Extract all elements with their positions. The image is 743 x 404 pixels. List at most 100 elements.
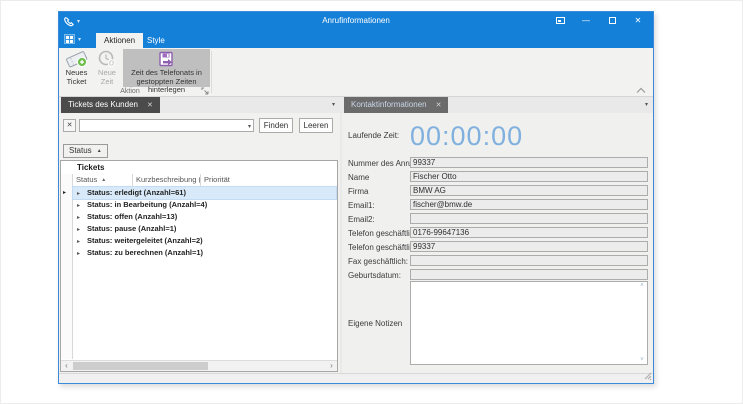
new-ticket-label: Neues Ticket — [61, 69, 92, 86]
group-row-pause[interactable]: ▸Status: pause (Anzahl=1) — [73, 223, 336, 235]
field-label-name: Name — [348, 173, 369, 182]
tickets-tab-label: Tickets des Kunden — [68, 100, 138, 109]
geburtsdatum-input[interactable] — [413, 270, 643, 279]
expand-icon[interactable]: ▸ — [77, 248, 87, 259]
group-by-sort-icon: ▲ — [97, 148, 102, 154]
contact-panel: Kontaktinformationen✕ ▾ Laufende Zeit: 0… — [342, 97, 653, 373]
scroll-right-icon[interactable]: › — [326, 361, 337, 371]
email1-input[interactable] — [413, 200, 643, 209]
group-row-offen[interactable]: ▸Status: offen (Anzahl=13) — [73, 211, 336, 223]
tickets-panel-tabbar: Tickets des Kunden ✕ ▾ — [59, 97, 340, 113]
titlebar: ▾ Anrufinformationen — ✕ — [59, 12, 653, 30]
tickets-grid: Tickets Status▲ Kurzbeschreibung (... Pr… — [60, 160, 338, 372]
field-label-firma: Firma — [348, 187, 368, 196]
horizontal-scrollbar[interactable]: ‹ › — [61, 360, 337, 371]
tickets-panel-dropdown-icon[interactable]: ▾ — [332, 101, 335, 108]
search-combo-dropdown-icon[interactable]: ▾ — [248, 123, 251, 130]
expand-icon[interactable]: ▸ — [77, 236, 87, 247]
app-menu-dropdown-icon: ▾ — [78, 36, 81, 43]
contact-tab-label: Kontaktinformationen — [351, 100, 427, 109]
tab-style[interactable]: Style — [139, 33, 173, 48]
notes-scroll-down-icon[interactable]: ˅ — [638, 357, 646, 363]
find-button[interactable]: Finden — [259, 118, 293, 133]
field-label-geburtsdatum: Geburtsdatum: — [348, 271, 401, 280]
field-telefon-geschaeftlich2 — [410, 241, 648, 252]
app-menu-icon — [64, 34, 75, 44]
fax-geschaeftlich-input[interactable] — [413, 256, 643, 265]
tickets-tab-close-icon[interactable]: ✕ — [147, 102, 153, 109]
tickets-panel: Tickets des Kunden✕ ▾ ✕ ▾ Finden Leeren … — [59, 97, 340, 373]
clear-button[interactable]: Leeren — [299, 118, 333, 133]
search-input[interactable] — [82, 120, 242, 131]
notes-label: Eigene Notizen — [348, 319, 402, 328]
close-button[interactable]: ✕ — [625, 12, 651, 30]
status-bar — [59, 373, 653, 383]
tab-aktionen[interactable]: Aktionen — [96, 33, 143, 48]
tab-tickets-des-kunden[interactable]: Tickets des Kunden ✕ — [61, 97, 160, 113]
field-email2 — [410, 213, 648, 224]
contact-tab-close-icon[interactable]: ✕ — [436, 102, 442, 109]
resize-grip[interactable] — [644, 372, 652, 382]
expand-icon[interactable]: ▸ — [77, 212, 87, 223]
field-telefon-geschaeftlich1 — [410, 227, 648, 238]
group-by-status-chip[interactable]: Status ▲ — [63, 144, 108, 158]
timer-label: Laufende Zeit: — [348, 131, 399, 140]
display-mode-button[interactable] — [547, 12, 573, 30]
group-row-weitergeleitet[interactable]: ▸Status: weitergeleitet (Anzahl=2) — [73, 235, 336, 247]
scrollbar-thumb[interactable] — [73, 362, 208, 370]
notes-box: ˄ ˅ — [410, 281, 648, 365]
column-header-prioritaet[interactable]: Priorität — [201, 174, 337, 186]
new-ticket-button[interactable]: Neues Ticket — [61, 49, 92, 86]
column-header-kurzbeschreibung[interactable]: Kurzbeschreibung (... — [133, 174, 201, 186]
field-nummer-des-anrufs — [410, 157, 648, 168]
ribbon-group-aktion: Aktion — [59, 87, 211, 96]
new-time-icon — [92, 49, 122, 68]
email2-input[interactable] — [413, 214, 643, 223]
minimize-button[interactable]: — — [573, 12, 599, 30]
tab-kontaktinformationen[interactable]: Kontaktinformationen ✕ — [344, 97, 448, 113]
app-menu-button[interactable]: ▾ — [64, 32, 92, 46]
group-by-label: Status — [69, 146, 92, 155]
name-input[interactable] — [413, 172, 643, 181]
grid-caption: Tickets — [61, 161, 337, 174]
group-row-in-bearbeitung[interactable]: ▸Status: in Bearbeitung (Anzahl=4) — [73, 199, 336, 211]
telefon-geschaeftlich2-input[interactable] — [413, 242, 643, 251]
field-name — [410, 171, 648, 182]
field-fax-geschaeftlich — [410, 255, 648, 266]
new-time-label: Neue Zeit — [92, 69, 122, 86]
group-row-zu-berechnen[interactable]: ▸Status: zu berechnen (Anzahl=1) — [73, 247, 336, 259]
contact-panel-dropdown-icon[interactable]: ▾ — [645, 101, 648, 108]
group-dialog-launcher-icon[interactable] — [201, 87, 210, 96]
new-ticket-icon — [61, 49, 92, 68]
ribbon-tab-row: ▾ Aktionen Style — [59, 30, 653, 48]
ribbon-collapse-icon[interactable] — [635, 86, 647, 95]
search-combo: ▾ — [79, 119, 254, 132]
field-label-fax: Fax geschäftlich: — [348, 257, 408, 266]
maximize-icon — [609, 17, 616, 24]
expand-icon[interactable]: ▸ — [77, 224, 87, 235]
save-call-time-button[interactable]: Zeit des Telefonats in gestoppten Zeiten… — [123, 49, 210, 87]
nummer-des-anrufs-input[interactable] — [413, 158, 643, 167]
firma-input[interactable] — [413, 186, 643, 195]
save-call-time-icon — [123, 49, 210, 68]
expand-icon[interactable]: ▸ — [77, 188, 87, 199]
column-header-status[interactable]: Status▲ — [73, 174, 133, 186]
notes-scroll-up-icon[interactable]: ˄ — [638, 283, 646, 289]
field-geburtsdatum — [410, 269, 648, 280]
ribbon-group-separator — [211, 51, 212, 93]
window-controls: — ✕ — [547, 12, 651, 30]
field-label-email2: Email2: — [348, 215, 375, 224]
grid-header-row: Status▲ Kurzbeschreibung (... Priorität — [61, 174, 337, 187]
group-row-erledigt[interactable]: ▸Status: erledigt (Anzahl=61) — [73, 187, 336, 199]
expand-icon[interactable]: ▸ — [77, 200, 87, 211]
search-clear-box-button[interactable]: ✕ — [63, 119, 76, 132]
eigene-notizen-textarea[interactable] — [413, 284, 637, 362]
telefon-geschaeftlich1-input[interactable] — [413, 228, 643, 237]
contact-panel-tabbar: Kontaktinformationen ✕ ▾ — [342, 97, 653, 113]
maximize-button[interactable] — [599, 12, 625, 30]
call-info-window: ▾ Anrufinformationen — ✕ ▾ Aktionen Styl… — [58, 11, 654, 384]
grid-indicator-column: ▸ — [61, 174, 73, 359]
scroll-left-icon[interactable]: ‹ — [61, 361, 72, 371]
field-firma — [410, 185, 648, 196]
new-time-button[interactable]: Neue Zeit — [92, 49, 122, 86]
